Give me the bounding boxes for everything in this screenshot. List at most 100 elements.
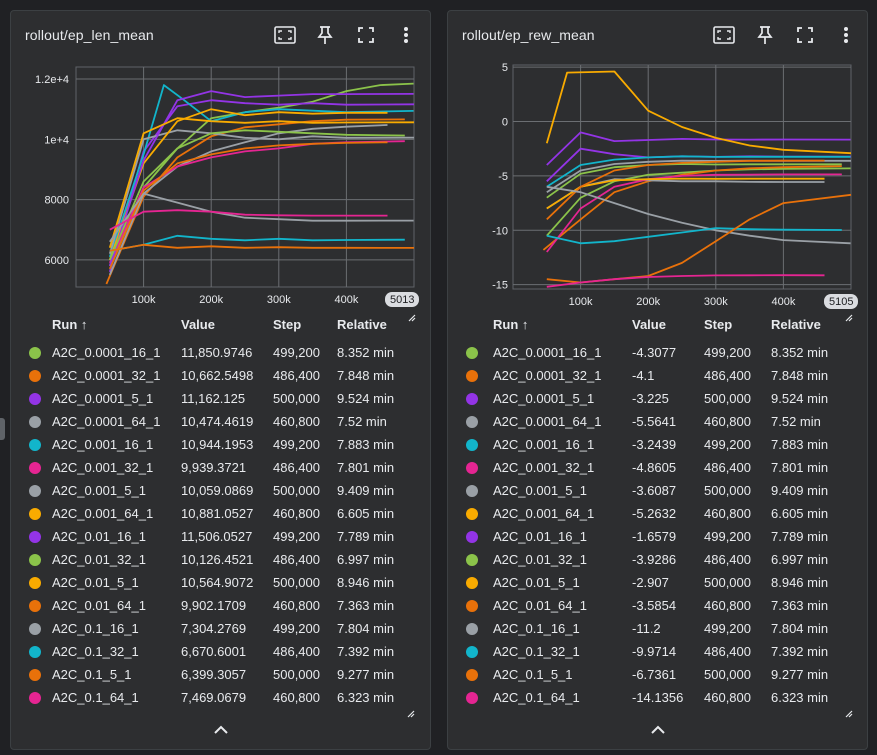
header-step[interactable]: Step	[704, 317, 732, 339]
run-value: -1.6579	[632, 529, 677, 544]
legend-row[interactable]: A2C_0.01_5_1 10,564.9072 500,000 8.946 min	[11, 571, 430, 594]
run-relative: 7.801 min	[771, 460, 829, 475]
legend-row[interactable]: A2C_0.001_5_1 -3.6087 500,000 9.409 min	[448, 479, 867, 502]
run-relative: 6.605 min	[771, 506, 829, 521]
x-tick-label: 400k	[334, 294, 358, 306]
legend-row[interactable]: A2C_0.1_64_1 7,469.0679 460,800 6.323 min	[11, 686, 430, 709]
resize-grip-icon[interactable]	[407, 705, 415, 718]
series-line-A2C_0.1_16_1[interactable]	[109, 192, 414, 243]
legend-row[interactable]: A2C_0.0001_32_1 -4.1 486,400 7.848 min	[448, 364, 867, 387]
run-value: -6.7361	[632, 667, 677, 682]
series-line-A2C_0.01_64_1[interactable]	[108, 141, 388, 270]
header-relative[interactable]: Relative	[771, 317, 821, 339]
legend-row[interactable]: A2C_0.001_16_1 -3.2439 499,200 7.883 min	[448, 433, 867, 456]
run-name: A2C_0.1_32_1	[493, 644, 580, 659]
legend-row[interactable]: A2C_0.001_32_1 9,939.3721 486,400 7.801 min	[11, 456, 430, 479]
legend-row[interactable]: A2C_0.0001_16_1 11,850.9746 499,200 8.352 m…	[11, 341, 430, 364]
run-color-dot	[466, 347, 478, 359]
legend-row[interactable]: A2C_0.0001_32_1 10,662.5498 486,400 7.848 m…	[11, 364, 430, 387]
series-line-A2C_0.1_16_1[interactable]	[546, 185, 851, 245]
legend-row[interactable]: A2C_0.01_64_1 9,902.1709 460,800 7.363 min	[11, 594, 430, 617]
run-value: 11,506.0527	[181, 529, 253, 544]
legend-row[interactable]: A2C_0.001_64_1 -5.2632 460,800 6.605 min	[448, 502, 867, 525]
run-name: A2C_0.001_16_1	[52, 437, 154, 452]
header-value[interactable]: Value	[181, 317, 215, 339]
legend-row[interactable]: A2C_0.01_16_1 11,506.0527 499,200 7.789 min	[11, 525, 430, 548]
legend-row[interactable]: A2C_0.1_16_1 -11.2 499,200 7.804 min	[448, 617, 867, 640]
legend-row[interactable]: A2C_0.0001_5_1 -3.225 500,000 9.524 min	[448, 387, 867, 410]
x-tick-label: 300k	[704, 296, 728, 308]
header-run[interactable]: Run ↑	[52, 317, 87, 339]
legend-row[interactable]: A2C_0.01_32_1 10,126.4521 486,400 6.997 min	[11, 548, 430, 571]
run-value: -2.907	[632, 575, 669, 590]
run-relative: 6.605 min	[337, 506, 395, 521]
legend-row[interactable]: A2C_0.1_64_1 -14.1356 460,800 6.323 min	[448, 686, 867, 709]
line-chart[interactable]: -15 -10 -5 0 5 100k 200k 300k 400k 5105	[448, 57, 867, 313]
run-step: 460,800	[273, 414, 320, 429]
y-tick-label: 8000	[45, 195, 69, 207]
run-step: 486,400	[704, 644, 751, 659]
series-line-A2C_0.0001_32_1[interactable]	[105, 118, 405, 285]
legend-row[interactable]: A2C_0.0001_64_1 10,474.4619 460,800 7.52 mi…	[11, 410, 430, 433]
run-name: A2C_0.001_32_1	[52, 460, 154, 475]
pin-icon[interactable]	[314, 24, 336, 46]
line-chart[interactable]: 6000 8000 1e+4 1.2e+4 100k 200k 300k 400k 5013	[11, 57, 430, 313]
legend-row[interactable]: A2C_0.01_64_1 -3.5854 460,800 7.363 min	[448, 594, 867, 617]
legend-row[interactable]: A2C_0.001_64_1 10,881.0527 460,800 6.605 mi…	[11, 502, 430, 525]
more-vert-icon[interactable]	[395, 24, 417, 46]
legend-row[interactable]: A2C_0.0001_16_1 -4.3077 499,200 8.352 min	[448, 341, 867, 364]
more-vert-icon[interactable]	[835, 24, 857, 46]
legend-row[interactable]: A2C_0.001_16_1 10,944.1953 499,200 7.883 mi…	[11, 433, 430, 456]
resize-grip-icon[interactable]	[408, 309, 416, 322]
series-line-A2C_0.1_5_1[interactable]	[109, 243, 415, 252]
header-run[interactable]: Run ↑	[493, 317, 528, 339]
resize-grip-icon[interactable]	[845, 309, 853, 322]
legend-row[interactable]: A2C_0.1_16_1 7,304.2769 499,200 7.804 min	[11, 617, 430, 640]
legend-row[interactable]: A2C_0.001_5_1 10,059.0869 500,000 9.409 min	[11, 479, 430, 502]
legend-row[interactable]: A2C_0.01_5_1 -2.907 500,000 8.946 min	[448, 571, 867, 594]
header-value[interactable]: Value	[632, 317, 666, 339]
legend-row[interactable]: A2C_0.1_5_1 6,399.3057 500,000 9.277 min	[11, 663, 430, 686]
legend-row[interactable]: A2C_0.0001_5_1 11,162.125 500,000 9.524 min	[11, 387, 430, 410]
y-tick-label: 5	[502, 62, 508, 74]
run-step: 460,800	[704, 598, 751, 613]
run-relative: 7.804 min	[771, 621, 829, 636]
run-color-dot	[29, 669, 41, 681]
legend-row[interactable]: A2C_0.01_16_1 -1.6579 499,200 7.789 min	[448, 525, 867, 548]
legend-row[interactable]: A2C_0.001_32_1 -4.8605 486,400 7.801 min	[448, 456, 867, 479]
fullscreen-icon[interactable]	[794, 24, 816, 46]
header-step[interactable]: Step	[273, 317, 301, 339]
run-step: 460,800	[704, 414, 751, 429]
run-color-dot	[29, 531, 41, 543]
side-panel-handle[interactable]	[0, 418, 5, 440]
legend-row[interactable]: A2C_0.1_32_1 -9.9714 486,400 7.392 min	[448, 640, 867, 663]
run-name: A2C_0.01_16_1	[493, 529, 587, 544]
series-line-A2C_0.001_5_1[interactable]	[546, 159, 851, 193]
legend-row[interactable]: A2C_0.1_5_1 -6.7361 500,000 9.277 min	[448, 663, 867, 686]
series-line-A2C_0.001_32_1[interactable]	[108, 140, 405, 264]
fit-domain-icon[interactable]	[713, 24, 735, 46]
series-line-A2C_0.01_5_1[interactable]	[545, 70, 852, 155]
run-name: A2C_0.001_64_1	[493, 506, 595, 521]
fullscreen-icon[interactable]	[355, 24, 377, 46]
fit-domain-icon[interactable]	[274, 24, 296, 46]
expand-chevron-up-icon[interactable]	[648, 719, 668, 739]
run-color-dot	[466, 416, 478, 428]
legend-row[interactable]: A2C_0.1_32_1 6,670.6001 486,400 7.392 min	[11, 640, 430, 663]
run-color-dot	[29, 623, 41, 635]
run-color-dot	[466, 623, 478, 635]
legend-row[interactable]: A2C_0.0001_64_1 -5.5641 460,800 7.52 min	[448, 410, 867, 433]
legend-row[interactable]: A2C_0.01_32_1 -3.9286 486,400 6.997 min	[448, 548, 867, 571]
run-step: 499,200	[273, 345, 320, 360]
x-tick-label: 100k	[132, 294, 156, 306]
resize-grip-icon[interactable]	[845, 705, 853, 718]
series-line-A2C_0.1_5_1[interactable]	[546, 193, 852, 284]
header-relative[interactable]: Relative	[337, 317, 387, 339]
run-color-dot	[466, 554, 478, 566]
run-step: 460,800	[704, 690, 751, 705]
y-tick-label: 1e+4	[44, 134, 69, 146]
expand-chevron-up-icon[interactable]	[211, 719, 231, 739]
run-relative: 7.848 min	[337, 368, 395, 383]
run-value: 10,059.0869	[181, 483, 254, 498]
pin-icon[interactable]	[754, 24, 776, 46]
